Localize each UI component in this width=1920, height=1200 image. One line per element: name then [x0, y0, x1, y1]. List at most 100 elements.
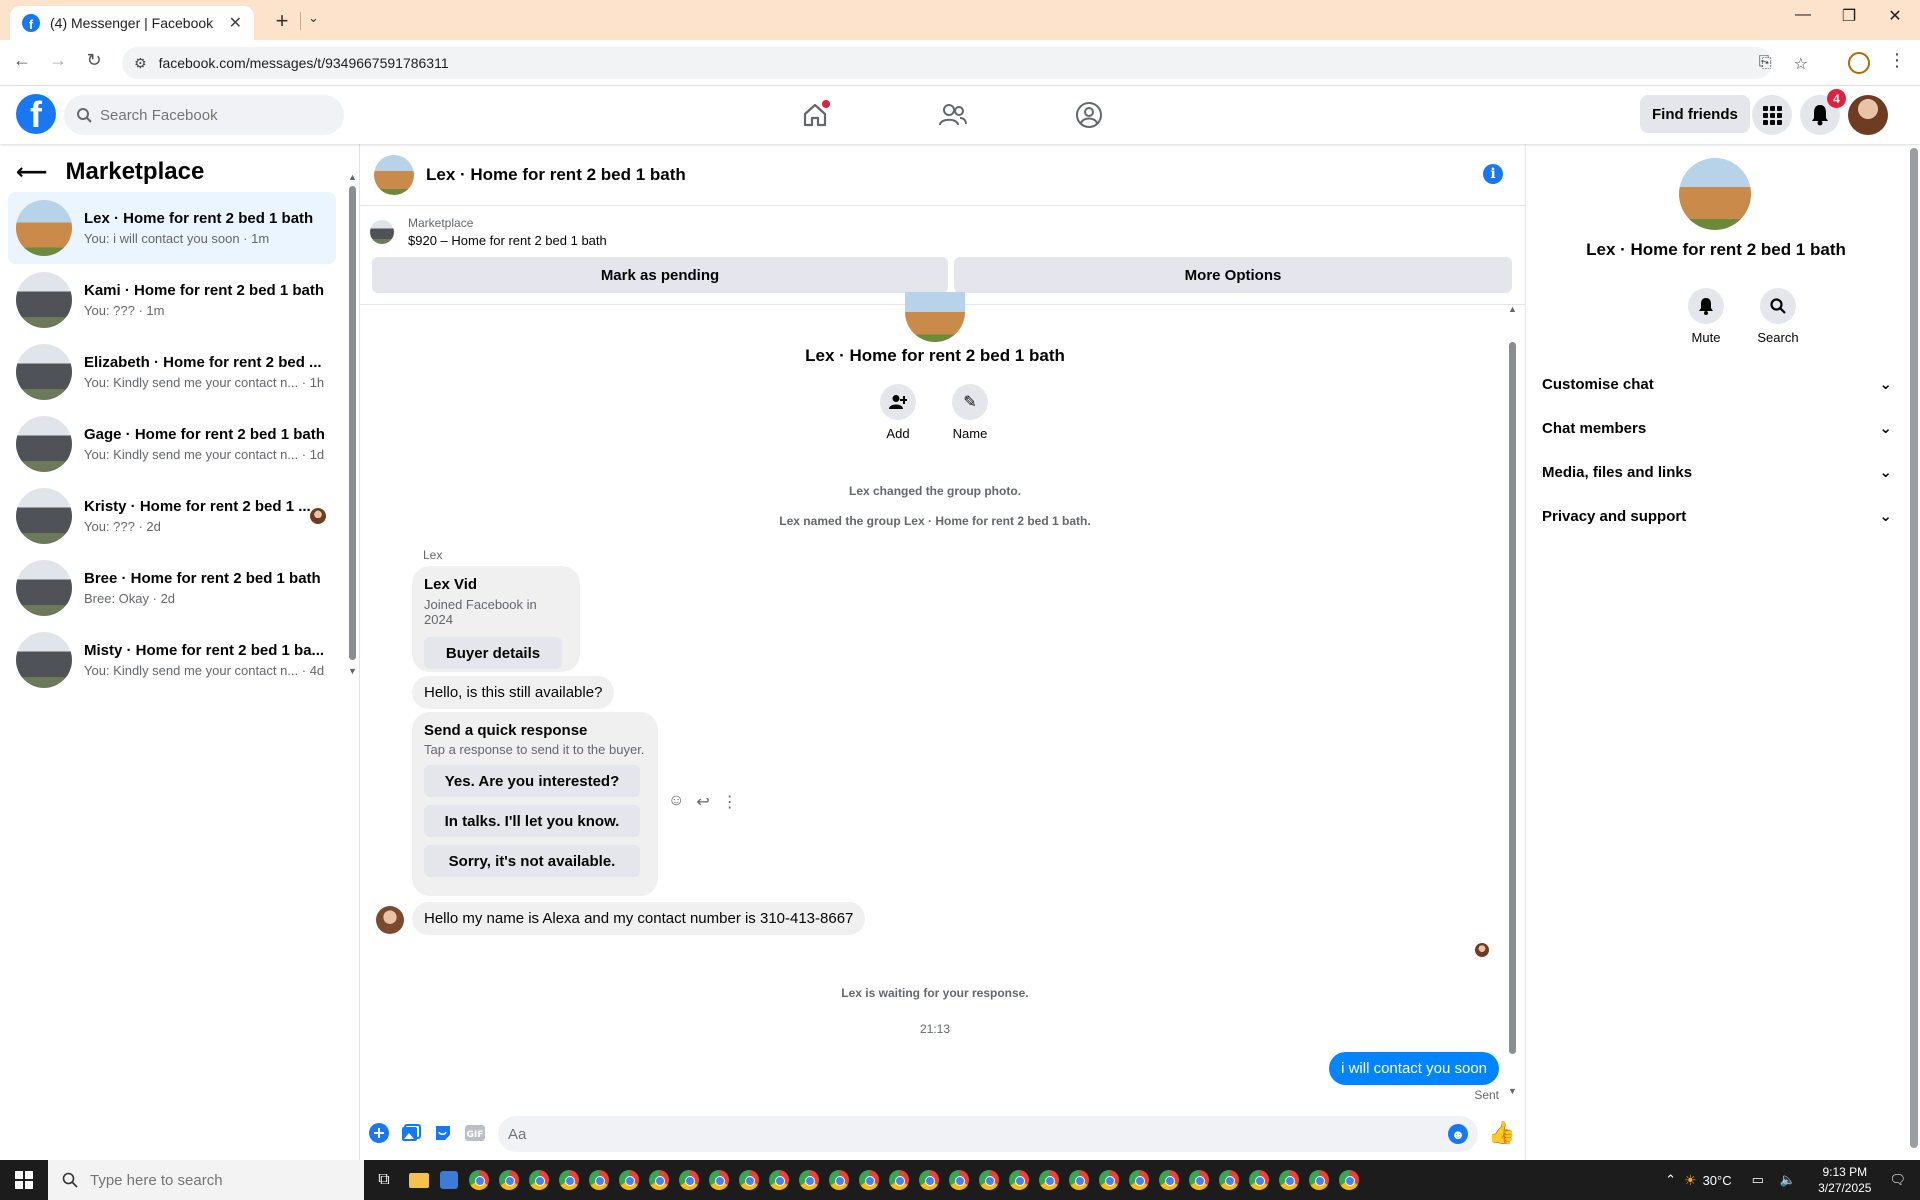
conversation-item[interactable]: Misty · Home for rent 2 bed 1 ba... You: … [8, 624, 336, 696]
facebook-logo-icon[interactable]: f [16, 94, 56, 134]
facebook-search-input[interactable] [100, 106, 320, 124]
windows-start-icon[interactable] [0, 1160, 48, 1200]
quick-response-yes-button[interactable]: Yes. Are you interested? [424, 765, 640, 797]
quick-response-sorry-button[interactable]: Sorry, it's not available. [424, 845, 640, 877]
chat-avatar[interactable] [374, 154, 414, 195]
window-close-icon[interactable]: ✕ [1872, 6, 1918, 26]
quick-response-talks-button[interactable]: In talks. I'll let you know. [424, 805, 640, 837]
new-tab-icon[interactable]: + [268, 8, 296, 34]
chrome-taskbar-icon[interactable] [494, 1160, 524, 1200]
clock[interactable]: 9:13 PM 3/27/2025 [1818, 1164, 1871, 1196]
add-people-button[interactable]: Add [868, 384, 928, 441]
chrome-taskbar-icon[interactable] [1334, 1160, 1364, 1200]
gif-icon[interactable]: GIF [464, 1122, 486, 1144]
marketplace-listing-banner[interactable]: Marketplace $920 – Home for rent 2 bed 1… [370, 216, 607, 248]
chrome-taskbar-icon[interactable] [524, 1160, 554, 1200]
page-scrollbar[interactable] [1910, 148, 1918, 1148]
minimize-icon[interactable]: — [1780, 6, 1826, 24]
message-bubble-contact[interactable]: Hello my name is Alexa and my contact nu… [412, 902, 866, 935]
chat-scrollbar[interactable] [1509, 342, 1516, 1054]
buyer-details-button[interactable]: Buyer details [424, 637, 562, 669]
conversation-item[interactable]: Elizabeth · Home for rent 2 bed ... You: … [8, 336, 336, 408]
mark-as-pending-button[interactable]: Mark as pending [372, 257, 948, 293]
chrome-taskbar-icon[interactable] [824, 1160, 854, 1200]
forward-icon[interactable]: → [44, 50, 72, 71]
conversation-item[interactable]: Bree · Home for rent 2 bed 1 bath Bree: O… [8, 552, 336, 624]
media-files-links-row[interactable]: Media, files and links ⌄ [1542, 450, 1892, 494]
conversation-item[interactable]: Kristy · Home for rent 2 bed 1 ... You: ?… [8, 480, 336, 552]
chrome-taskbar-icon[interactable] [1304, 1160, 1334, 1200]
chrome-taskbar-icon[interactable] [1004, 1160, 1034, 1200]
chat-title[interactable]: Lex · Home for rent 2 bed 1 bath [426, 165, 686, 185]
search-in-chat-button[interactable]: Search [1748, 288, 1808, 345]
info-icon[interactable]: i [1483, 164, 1503, 184]
sticker-icon[interactable] [432, 1122, 454, 1144]
like-thumbs-up-icon[interactable]: 👍 [1488, 1120, 1515, 1146]
chrome-taskbar-icon[interactable] [794, 1160, 824, 1200]
network-icon[interactable]: ▭ [1752, 1172, 1764, 1188]
notifications-bell-icon[interactable]: 4 [1800, 89, 1846, 135]
message-input[interactable] [508, 1125, 1448, 1143]
react-icon[interactable]: ☺ [668, 792, 684, 812]
name-group-button[interactable]: ✎ Name [940, 384, 1000, 441]
chrome-taskbar-icon[interactable] [974, 1160, 1004, 1200]
conversation-item[interactable]: Kami · Home for rent 2 bed 1 bath You: ??… [8, 264, 336, 336]
chrome-taskbar-icon[interactable] [1034, 1160, 1064, 1200]
chrome-taskbar-icon[interactable] [734, 1160, 764, 1200]
chrome-taskbar-icon[interactable] [704, 1160, 734, 1200]
message-input-box[interactable]: ☻ [498, 1116, 1478, 1152]
message-bubble[interactable]: Hello, is this still available? [412, 676, 615, 709]
sidebar-scrollbar[interactable] [349, 186, 356, 660]
chat-scroll-up-icon[interactable]: ▲ [1508, 304, 1517, 314]
find-friends-button[interactable]: Find friends [1640, 95, 1750, 133]
chrome-taskbar-icon[interactable] [614, 1160, 644, 1200]
tab-list-chevron-icon[interactable]: ⌄ [308, 10, 319, 26]
taskbar-search-input[interactable] [90, 1171, 290, 1189]
chrome-taskbar-icon[interactable] [914, 1160, 944, 1200]
scroll-down-icon[interactable]: ▼ [348, 666, 357, 676]
back-icon[interactable]: ← [8, 50, 36, 71]
install-app-icon[interactable]: ⎘ [1759, 54, 1772, 74]
chrome-taskbar-icon[interactable] [584, 1160, 614, 1200]
chrome-taskbar-icon[interactable] [1214, 1160, 1244, 1200]
site-info-icon[interactable]: ⚙ [134, 55, 147, 72]
browser-tab[interactable]: f (4) Messenger | Facebook ✕ [10, 6, 254, 40]
more-icon[interactable]: ⋮ [722, 792, 738, 812]
volume-icon[interactable]: 🔈 [1780, 1172, 1796, 1188]
chrome-taskbar-icon[interactable] [764, 1160, 794, 1200]
scroll-up-icon[interactable]: ▲ [348, 172, 357, 182]
customise-chat-row[interactable]: Customise chat ⌄ [1542, 362, 1892, 406]
bookmark-star-icon[interactable]: ☆ [1794, 54, 1808, 74]
chrome-taskbar-icon[interactable] [1064, 1160, 1094, 1200]
friends-icon[interactable] [936, 98, 970, 132]
mute-button[interactable]: Mute [1676, 288, 1736, 345]
browser-menu-icon[interactable]: ⋮ [1888, 50, 1906, 71]
chrome-taskbar-icon[interactable] [944, 1160, 974, 1200]
chrome-taskbar-icon[interactable] [644, 1160, 674, 1200]
emoji-icon[interactable]: ☻ [1448, 1124, 1468, 1144]
plus-icon[interactable] [368, 1122, 390, 1144]
chrome-taskbar-icon[interactable] [884, 1160, 914, 1200]
sender-avatar[interactable] [376, 906, 404, 934]
chrome-taskbar-icon[interactable] [1154, 1160, 1184, 1200]
facebook-search[interactable] [64, 95, 344, 135]
task-view-icon[interactable]: ⧉ [364, 1160, 404, 1200]
chrome-taskbar-icon[interactable] [554, 1160, 584, 1200]
chrome-taskbar-icon[interactable] [854, 1160, 884, 1200]
taskbar-search[interactable] [48, 1160, 364, 1200]
url-field[interactable]: ⚙ facebook.com/messages/t/93496675917863… [122, 47, 1772, 79]
chrome-taskbar-icon[interactable] [464, 1160, 494, 1200]
restore-icon[interactable]: ❐ [1826, 6, 1872, 26]
chrome-taskbar-icon[interactable] [1124, 1160, 1154, 1200]
temperature[interactable]: 30°C [1703, 1173, 1732, 1188]
file-explorer-icon[interactable] [404, 1160, 434, 1200]
back-arrow-icon[interactable]: ⟵ [16, 159, 48, 185]
conversation-item[interactable]: Lex · Home for rent 2 bed 1 bath You: i w… [8, 192, 336, 264]
chrome-taskbar-icon[interactable] [1184, 1160, 1214, 1200]
menu-grid-icon[interactable] [1752, 95, 1792, 135]
app-icon[interactable] [434, 1160, 464, 1200]
reply-icon[interactable]: ↩ [696, 792, 709, 812]
browser-profile-icon[interactable] [1848, 52, 1870, 74]
outgoing-message[interactable]: i will contact you soon [1329, 1052, 1499, 1085]
groups-icon[interactable] [1072, 98, 1106, 132]
